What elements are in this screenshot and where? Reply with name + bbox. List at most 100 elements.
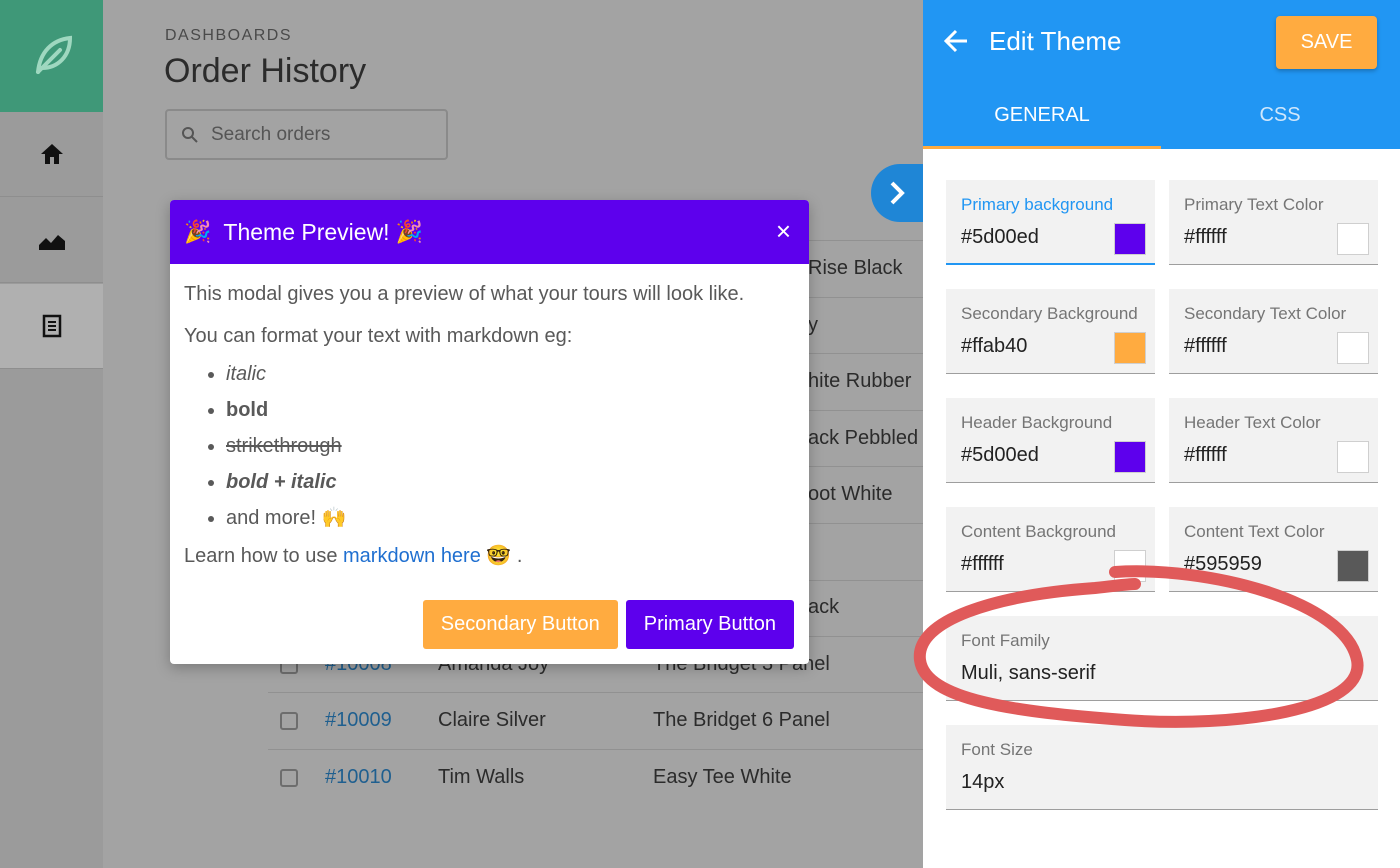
document-icon: [42, 314, 61, 338]
color-swatch[interactable]: [1337, 223, 1369, 255]
primary-button[interactable]: Primary Button: [625, 600, 794, 649]
field-label: Header Text Color: [1184, 413, 1321, 432]
table-cell-fragment: Rise Black: [808, 257, 903, 279]
modal-learn-text: Learn how to use markdown here 🤓 .: [184, 544, 795, 568]
header-text-color-field[interactable]: Header Text Color #ffffff: [1169, 398, 1378, 483]
save-button[interactable]: SAVE: [1276, 16, 1377, 69]
table-cell-fragment: ack Pebbled: [808, 427, 919, 449]
expand-panel-button[interactable]: [871, 164, 931, 222]
bold-example: bold: [226, 399, 269, 421]
field-value[interactable]: #ffffff: [1184, 335, 1227, 358]
color-swatch[interactable]: [1114, 441, 1146, 473]
modal-header: 🎉 Theme Preview! 🎉 ×: [170, 200, 809, 264]
product-name: Easy Tee White: [653, 766, 792, 788]
more-example: and more! 🙌: [226, 507, 347, 529]
nav-orders[interactable]: [0, 284, 103, 369]
secondary-background-field[interactable]: Secondary Background #ffab40: [946, 289, 1155, 374]
field-value[interactable]: #ffab40: [961, 335, 1027, 358]
nav-analytics[interactable]: [0, 198, 103, 283]
learn-prefix: Learn how to use: [184, 545, 343, 567]
left-sidebar: [0, 0, 103, 868]
color-swatch[interactable]: [1337, 441, 1369, 473]
font-size-field[interactable]: Font Size 14px: [946, 725, 1378, 810]
field-value[interactable]: #ffffff: [961, 553, 1004, 576]
color-swatch[interactable]: [1114, 223, 1146, 255]
field-value[interactable]: Muli, sans-serif: [961, 662, 1095, 685]
modal-body: This modal gives you a preview of what y…: [170, 264, 809, 568]
content-background-field[interactable]: Content Background #ffffff: [946, 507, 1155, 592]
modal-close-button[interactable]: ×: [776, 218, 791, 244]
app-logo[interactable]: [0, 0, 103, 112]
learn-suffix: 🤓 .: [480, 545, 523, 567]
breadcrumb: DASHBOARDS: [165, 27, 293, 44]
table-cell-fragment: hite Rubber: [808, 370, 912, 392]
search-box[interactable]: [165, 109, 448, 160]
color-swatch[interactable]: [1337, 550, 1369, 582]
table-cell-fragment: oot White: [808, 483, 893, 505]
theme-preview-modal: 🎉 Theme Preview! 🎉 × This modal gives yo…: [170, 200, 809, 664]
secondary-button[interactable]: Secondary Button: [422, 600, 618, 649]
field-label: Content Background: [961, 522, 1116, 541]
party-popper-icon: 🎉: [184, 219, 212, 244]
field-value[interactable]: #5d00ed: [961, 444, 1039, 467]
order-id-link[interactable]: #10010: [325, 766, 392, 789]
color-swatch[interactable]: [1114, 550, 1146, 582]
order-id-link[interactable]: #10009: [325, 709, 392, 732]
modal-title: Theme Preview!: [223, 218, 390, 245]
field-label: Font Family: [961, 631, 1050, 650]
color-swatch[interactable]: [1337, 332, 1369, 364]
chevron-right-icon: [890, 181, 905, 205]
field-label: Secondary Text Color: [1184, 304, 1347, 323]
table-row[interactable]: #10009 Claire Silver The Bridget 6 Panel: [268, 693, 923, 749]
field-value[interactable]: 14px: [961, 771, 1004, 794]
area-chart-icon: [38, 235, 65, 250]
party-popper-icon: 🎉: [395, 219, 423, 244]
color-swatch[interactable]: [1114, 332, 1146, 364]
search-input[interactable]: [211, 123, 431, 146]
field-label: Content Text Color: [1184, 522, 1325, 541]
row-checkbox[interactable]: [280, 712, 298, 730]
secondary-text-color-field[interactable]: Secondary Text Color #ffffff: [1169, 289, 1378, 374]
modal-format-text: You can format your text with markdown e…: [184, 325, 573, 347]
search-icon: [182, 126, 198, 143]
field-label: Primary Text Color: [1184, 195, 1324, 214]
field-value[interactable]: #5d00ed: [961, 226, 1039, 249]
edit-theme-panel: Edit Theme SAVE GENERAL CSS Primary back…: [923, 0, 1400, 868]
table-cell-fragment: y: [808, 314, 818, 336]
row-checkbox[interactable]: [280, 769, 298, 787]
back-arrow-icon[interactable]: [943, 28, 969, 54]
list-item: bold: [226, 398, 795, 422]
markdown-link[interactable]: markdown here: [343, 545, 481, 567]
field-value[interactable]: #595959: [1184, 553, 1262, 576]
tab-css[interactable]: CSS: [1161, 94, 1399, 149]
customer-name: Tim Walls: [438, 766, 525, 788]
field-label: Primary background: [961, 195, 1114, 214]
field-label: Secondary Background: [961, 304, 1138, 323]
customer-name: Claire Silver: [438, 709, 546, 731]
modal-footer: Secondary Button Primary Button: [422, 600, 794, 649]
nav-home[interactable]: [0, 112, 103, 197]
bold-italic-example: bold + italic: [226, 471, 337, 493]
field-value[interactable]: #ffffff: [1184, 226, 1227, 249]
list-item: strikethrough: [226, 434, 795, 458]
tab-general[interactable]: GENERAL: [923, 94, 1161, 149]
primary-text-color-field[interactable]: Primary Text Color #ffffff: [1169, 180, 1378, 265]
primary-background-field[interactable]: Primary background #5d00ed: [946, 180, 1155, 265]
italic-example: italic: [226, 363, 267, 385]
content-text-color-field[interactable]: Content Text Color #595959: [1169, 507, 1378, 592]
product-name: The Bridget 6 Panel: [653, 709, 830, 731]
panel-title: Edit Theme: [989, 26, 1122, 56]
header-background-field[interactable]: Header Background #5d00ed: [946, 398, 1155, 483]
field-value[interactable]: #ffffff: [1184, 444, 1227, 467]
home-icon: [40, 144, 63, 164]
field-label: Header Background: [961, 413, 1113, 432]
table-row[interactable]: #10010 Tim Walls Easy Tee White: [268, 750, 923, 806]
field-label: Font Size: [961, 740, 1033, 759]
list-item: bold + italic: [226, 470, 795, 494]
list-item: italic: [226, 362, 795, 386]
table-cell-fragment: ack: [808, 596, 840, 618]
font-family-field[interactable]: Font Family Muli, sans-serif: [946, 616, 1378, 701]
modal-intro-text: This modal gives you a preview of what y…: [184, 283, 745, 305]
strikethrough-example: strikethrough: [226, 435, 342, 457]
page-title: Order History: [164, 52, 367, 90]
